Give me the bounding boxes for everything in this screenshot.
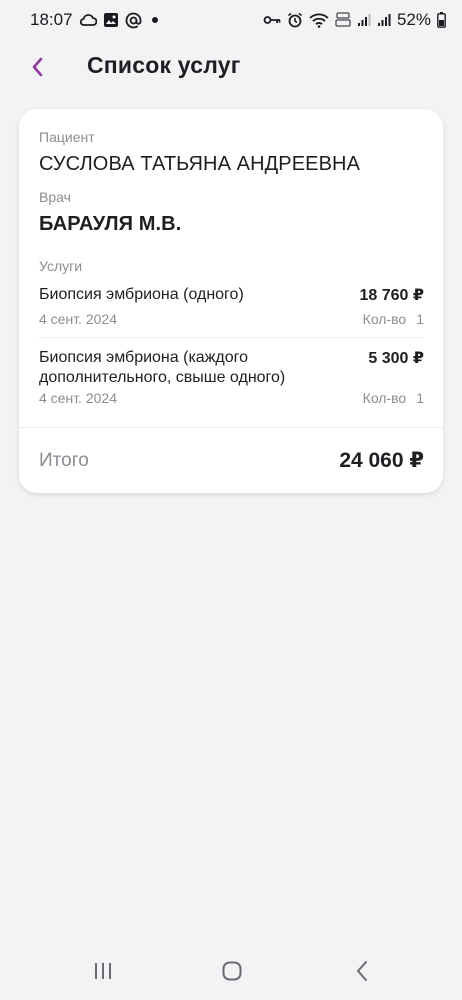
key-icon [263, 11, 281, 29]
battery-icon [437, 11, 446, 29]
service-qty-value: 1 [416, 311, 424, 327]
service-qty: Кол-во 1 [363, 390, 424, 406]
back-icon [357, 961, 367, 981]
status-bar: 18:07 52% [0, 0, 462, 40]
image-icon [103, 11, 119, 29]
service-qty-value: 1 [416, 390, 424, 406]
chevron-left-icon [32, 57, 43, 77]
doctor-label: Врач [39, 189, 71, 205]
signal-icon-2 [377, 11, 391, 29]
total-divider [19, 427, 443, 428]
service-price: 18 760 ₽ [359, 287, 424, 304]
app-bar: Список услуг [0, 44, 462, 90]
volte-icon [335, 11, 351, 29]
system-back-button[interactable] [342, 956, 382, 986]
services-card: Пациент СУСЛОВА ТАТЬЯНА АНДРЕЕВНА Врач Б… [19, 109, 443, 493]
doctor-name: БАРАУЛЯ М.В. [39, 213, 182, 235]
service-qty: Кол-во 1 [363, 311, 424, 327]
total-label: Итого [39, 450, 89, 471]
service-qty-label: Кол-во [362, 311, 407, 327]
services-label: Услуги [39, 258, 83, 274]
page-title: Список услуг [87, 52, 241, 78]
at-sign-icon [125, 11, 142, 29]
service-name: Биопсия эмбриона (каждого дополнительног… [39, 349, 286, 386]
wifi-icon [309, 11, 329, 29]
alarm-icon [287, 11, 303, 29]
home-button[interactable] [212, 956, 252, 986]
total-value: 24 060 ₽ [339, 449, 424, 472]
status-left: 18:07 [30, 10, 158, 30]
recent-apps-icon [95, 963, 111, 979]
back-button[interactable] [20, 50, 54, 84]
patient-label: Пациент [39, 129, 95, 145]
patient-name: СУСЛОВА ТАТЬЯНА АНДРЕЕВНА [39, 153, 361, 175]
service-item[interactable]: Биопсия эмбриона (каждого дополнительног… [39, 348, 424, 410]
status-time: 18:07 [30, 10, 73, 29]
cloud-icon [79, 11, 97, 29]
divider [39, 337, 424, 338]
home-icon [222, 961, 242, 981]
service-name: Биопсия эмбриона (одного) [39, 286, 244, 303]
notification-dot-icon [151, 17, 158, 23]
service-qty-label: Кол-во [362, 390, 407, 406]
service-date: 4 сент. 2024 [39, 390, 117, 406]
signal-icon [357, 11, 371, 29]
recent-apps-button[interactable] [83, 956, 123, 986]
service-date: 4 сент. 2024 [39, 311, 117, 327]
system-nav-bar [0, 942, 462, 1000]
battery-percent: 52% [396, 10, 431, 29]
service-price: 5 300 ₽ [368, 350, 424, 367]
status-right: 52% [263, 10, 446, 30]
service-item[interactable]: Биопсия эмбриона (одного) 18 760 ₽ 4 сен… [39, 285, 424, 331]
